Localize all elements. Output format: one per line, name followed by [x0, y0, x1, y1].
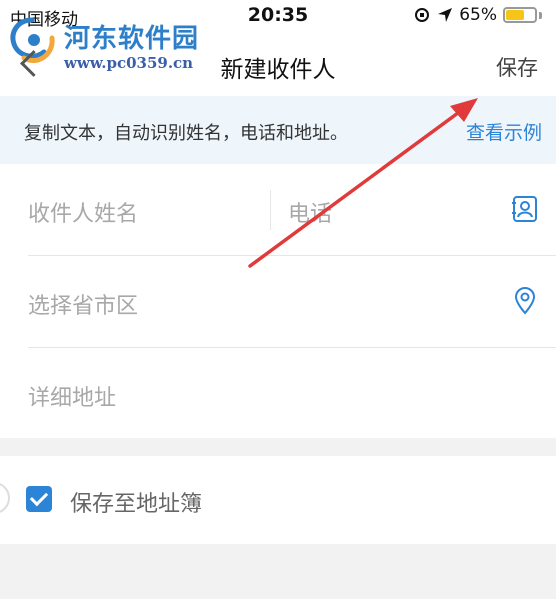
detail-address-input[interactable]: 详细地址 [28, 380, 116, 412]
status-indicators: 65% [413, 5, 542, 25]
bottom-area [0, 544, 556, 599]
save-to-book-label: 保存至地址簿 [70, 492, 203, 517]
contact-book-icon[interactable] [510, 194, 540, 224]
orientation-lock-icon [415, 8, 430, 22]
address-row: 详细地址 [0, 348, 556, 440]
recipient-name-input[interactable]: 收件人姓名 [28, 196, 138, 228]
nav-bar: 新建收件人 保存 [0, 32, 556, 96]
view-example-link[interactable]: 查看示例 [466, 118, 542, 145]
battery-tip [539, 11, 542, 19]
battery-fill [506, 10, 524, 20]
banner-text: 复制文本，自动识别姓名，电话和地址。 [24, 123, 348, 144]
battery-percent: 65% [459, 5, 497, 25]
section-gap [0, 438, 556, 456]
name-phone-row: 收件人姓名 电话 [0, 164, 556, 256]
edge-circle-icon [0, 482, 10, 514]
region-select[interactable]: 选择省市区 [28, 288, 138, 320]
save-button[interactable]: 保存 [496, 52, 538, 82]
battery-icon [503, 7, 537, 23]
phone-input[interactable]: 电话 [288, 196, 332, 228]
region-row[interactable]: 选择省市区 [0, 256, 556, 348]
save-to-book-checkbox[interactable] [26, 486, 52, 512]
page-title: 新建收件人 [220, 57, 336, 83]
recipient-form: 收件人姓名 电话 选择省市区 详细地址 [0, 164, 556, 438]
save-to-address-book-row[interactable]: 保存至地址簿 [0, 456, 556, 544]
smart-paste-banner[interactable]: 复制文本，自动识别姓名，电话和地址。 查看示例 [0, 96, 556, 164]
location-icon [438, 8, 453, 22]
field-divider [270, 190, 271, 230]
location-pin-icon[interactable] [510, 286, 540, 316]
